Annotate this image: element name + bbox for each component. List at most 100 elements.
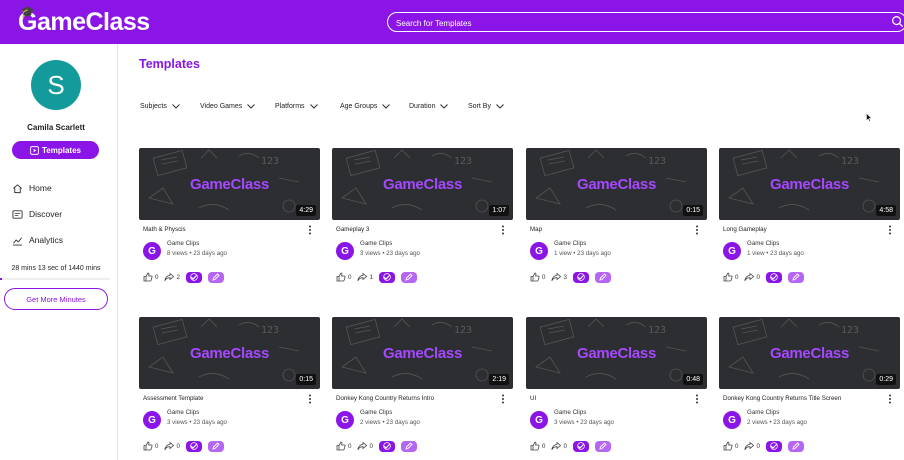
assign-button[interactable] xyxy=(572,271,589,283)
template-card[interactable]: 123 GameClass 1:07 Gameplay 3 G Game Clips 3 v… xyxy=(332,148,513,284)
channel-name[interactable]: Game Clips xyxy=(554,240,586,247)
share-button[interactable]: 0 xyxy=(551,441,567,451)
share-button[interactable]: 2 xyxy=(164,272,180,282)
share-button[interactable]: 3 xyxy=(551,272,567,282)
like-button[interactable]: 0 xyxy=(530,272,545,282)
like-button[interactable]: 0 xyxy=(723,272,738,282)
card-title[interactable]: UI xyxy=(530,395,536,402)
filter-subjects[interactable]: Subjects xyxy=(140,103,180,110)
template-card[interactable]: 123 GameClass 4:29 Math & Physcis G Game Clip… xyxy=(139,148,320,284)
share-button[interactable]: 0 xyxy=(744,272,760,282)
filter-duration[interactable]: Duration xyxy=(409,103,449,110)
card-title[interactable]: Gameplay 3 xyxy=(336,226,369,233)
video-thumbnail[interactable]: 123 GameClass 4:29 xyxy=(139,148,320,220)
like-button[interactable]: 0 xyxy=(143,272,158,282)
channel-name[interactable]: Game Clips xyxy=(747,409,779,416)
more-options-icon[interactable] xyxy=(308,394,312,404)
card-title[interactable]: Donkey Kong Country Returns Title Screen xyxy=(723,395,841,402)
assign-button[interactable] xyxy=(765,440,782,452)
template-card[interactable]: 123 GameClass 4:58 Long Gameplay G Game Clips… xyxy=(719,148,900,284)
share-button[interactable]: 0 xyxy=(744,441,760,451)
video-thumbnail[interactable]: 123 GameClass 2:19 xyxy=(332,317,513,389)
channel-avatar[interactable]: G xyxy=(723,411,741,429)
more-options-icon[interactable] xyxy=(501,394,505,404)
filter-age-groups[interactable]: Age Groups xyxy=(340,103,391,110)
card-title[interactable]: Donkey Kong Country Returns Intro xyxy=(336,395,434,402)
share-count: 0 xyxy=(176,442,180,450)
edit-button[interactable] xyxy=(207,440,224,452)
more-options-icon[interactable] xyxy=(888,394,892,404)
card-title[interactable]: Map xyxy=(530,226,542,233)
search-icon[interactable] xyxy=(891,15,904,28)
search-input[interactable] xyxy=(388,15,868,32)
channel-name[interactable]: Game Clips xyxy=(360,240,392,247)
more-options-icon[interactable] xyxy=(501,225,505,235)
edit-button[interactable] xyxy=(207,271,224,283)
edit-button[interactable] xyxy=(400,271,417,283)
edit-button[interactable] xyxy=(787,271,804,283)
sidebar-item-discover[interactable]: Discover xyxy=(12,207,62,221)
video-thumbnail[interactable]: 123 GameClass 0:15 xyxy=(526,148,707,220)
channel-avatar[interactable]: G xyxy=(143,242,161,260)
sidebar-item-home[interactable]: Home xyxy=(12,181,52,195)
template-card[interactable]: 123 GameClass 0:15 Assessment Template G Game… xyxy=(139,317,320,453)
assign-button[interactable] xyxy=(185,271,202,283)
video-thumbnail[interactable]: 123 GameClass 0:15 xyxy=(139,317,320,389)
avatar[interactable]: S xyxy=(31,60,81,110)
channel-name[interactable]: Game Clips xyxy=(360,409,392,416)
template-card[interactable]: 123 GameClass 0:29 Donkey Kong Country Retu… xyxy=(719,317,900,453)
card-title[interactable]: Assessment Template xyxy=(143,395,203,402)
assign-button[interactable] xyxy=(378,271,395,283)
assign-button[interactable] xyxy=(378,440,395,452)
sidebar-item-analytics[interactable]: Analytics xyxy=(12,233,63,247)
assign-button[interactable] xyxy=(185,440,202,452)
channel-avatar[interactable]: G xyxy=(143,411,161,429)
like-button[interactable]: 0 xyxy=(336,441,351,451)
template-card[interactable]: 123 GameClass 0:48 UI G Game Clips 3 views • 2… xyxy=(526,317,707,453)
video-thumbnail[interactable]: 123 GameClass 4:58 xyxy=(719,148,900,220)
filter-video-games[interactable]: Video Games xyxy=(200,103,256,110)
more-options-icon[interactable] xyxy=(695,394,699,404)
channel-avatar[interactable]: G xyxy=(530,411,548,429)
template-card[interactable]: 123 GameClass 0:15 Map G Game Clips 1 view • 2… xyxy=(526,148,707,284)
like-button[interactable]: 0 xyxy=(336,272,351,282)
get-more-minutes-button[interactable]: Get More Minutes xyxy=(4,288,108,310)
card-title[interactable]: Long Gameplay xyxy=(723,226,767,233)
channel-name[interactable]: Game Clips xyxy=(554,409,586,416)
edit-button[interactable] xyxy=(594,271,611,283)
templates-button-label: Templates xyxy=(42,145,81,155)
like-count: 0 xyxy=(155,273,159,281)
video-thumbnail[interactable]: 123 GameClass 0:29 xyxy=(719,317,900,389)
channel-avatar[interactable]: G xyxy=(530,242,548,260)
edit-button[interactable] xyxy=(400,440,417,452)
card-actions: 00 xyxy=(336,440,417,452)
like-button[interactable]: 0 xyxy=(530,441,545,451)
channel-avatar[interactable]: G xyxy=(336,411,354,429)
card-title[interactable]: Math & Physcis xyxy=(143,226,186,233)
channel-name[interactable]: Game Clips xyxy=(747,240,779,247)
channel-name[interactable]: Game Clips xyxy=(167,240,199,247)
edit-button[interactable] xyxy=(787,440,804,452)
more-options-icon[interactable] xyxy=(308,225,312,235)
assign-button[interactable] xyxy=(572,440,589,452)
share-button[interactable]: 1 xyxy=(357,272,373,282)
share-button[interactable]: 0 xyxy=(357,441,373,451)
more-options-icon[interactable] xyxy=(695,225,699,235)
video-thumbnail[interactable]: 123 GameClass 0:48 xyxy=(526,317,707,389)
gameclass-logo[interactable]: 🎓 GameClass xyxy=(18,5,150,38)
like-button[interactable]: 0 xyxy=(143,441,158,451)
like-button[interactable]: 0 xyxy=(723,441,738,451)
channel-avatar[interactable]: G xyxy=(336,242,354,260)
channel-name[interactable]: Game Clips xyxy=(167,409,199,416)
templates-button[interactable]: Templates xyxy=(12,141,99,159)
filter-platforms[interactable]: Platforms xyxy=(275,103,318,110)
edit-button[interactable] xyxy=(594,440,611,452)
assign-button[interactable] xyxy=(765,271,782,283)
channel-avatar[interactable]: G xyxy=(723,242,741,260)
template-card[interactable]: 123 GameClass 2:19 Donkey Kong Country Retu… xyxy=(332,317,513,453)
video-thumbnail[interactable]: 123 GameClass 1:07 xyxy=(332,148,513,220)
share-button[interactable]: 0 xyxy=(164,441,180,451)
filter-sort-by[interactable]: Sort By xyxy=(468,103,504,110)
search-bar[interactable] xyxy=(387,12,904,32)
more-options-icon[interactable] xyxy=(888,225,892,235)
